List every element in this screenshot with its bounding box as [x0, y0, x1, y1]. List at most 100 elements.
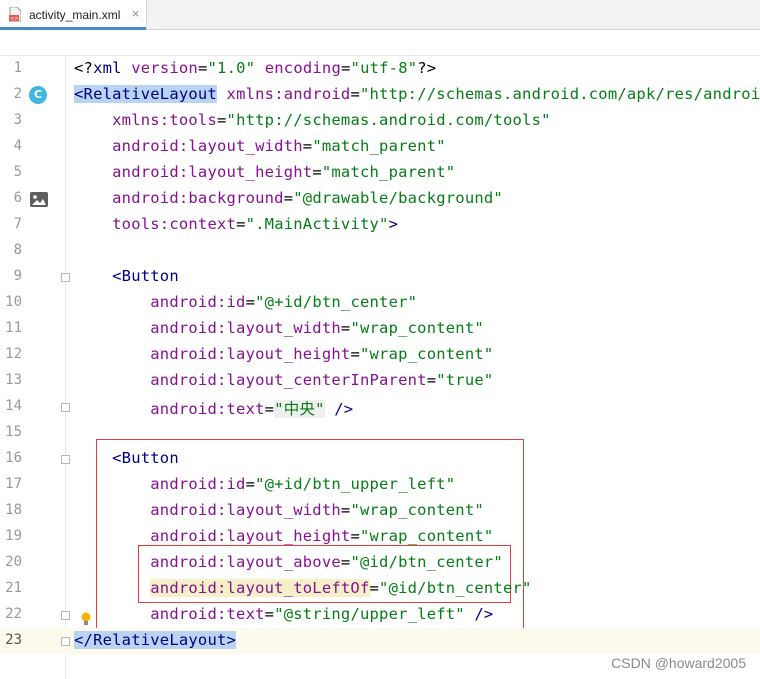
- code-token: =: [369, 579, 380, 597]
- fold-marker-icon[interactable]: [61, 403, 70, 412]
- code-text: android:layout_width="wrap_content": [74, 501, 484, 519]
- code-token: =: [264, 400, 275, 418]
- code-token: "@id/btn_center": [350, 553, 503, 571]
- line-number: 14: [5, 398, 22, 414]
- code-line[interactable]: 7 tools:context=".MainActivity">: [0, 212, 760, 238]
- line-number: 18: [5, 502, 22, 518]
- code-text: tools:context=".MainActivity">: [74, 215, 398, 233]
- code-text: </RelativeLayout>: [74, 631, 237, 649]
- code-line[interactable]: 12 android:layout_height="wrap_content": [0, 342, 760, 368]
- code-line[interactable]: 10 android:id="@+id/btn_center": [0, 290, 760, 316]
- line-number: 13: [5, 372, 22, 388]
- code-line[interactable]: 11 android:layout_width="wrap_content": [0, 316, 760, 342]
- code-line[interactable]: 14 android:text="中央" />: [0, 394, 760, 420]
- code-text: android:layout_width="wrap_content": [74, 319, 484, 337]
- code-line[interactable]: 23 </RelativeLayout>: [0, 628, 760, 654]
- tab-activity-main[interactable]: <> activity_main.xml ×: [0, 0, 147, 30]
- line-number: 3: [13, 112, 22, 128]
- code-line[interactable]: 4 android:layout_width="match_parent": [0, 134, 760, 160]
- code-token: "wrap_content": [359, 527, 494, 545]
- fold-marker-icon[interactable]: [61, 611, 70, 620]
- code-text: android:layout_width="match_parent": [74, 137, 446, 155]
- code-token: =: [197, 59, 208, 77]
- line-number: 17: [5, 476, 22, 492]
- code-text: android:background="@drawable/background…: [74, 189, 503, 207]
- close-icon[interactable]: ×: [131, 7, 140, 20]
- code-line[interactable]: 20 android:layout_above="@id/btn_center": [0, 550, 760, 576]
- code-token: =: [312, 163, 322, 181]
- code-line[interactable]: 6 android:background="@drawable/backgrou…: [0, 186, 760, 212]
- code-token: =: [426, 371, 437, 389]
- code-token: android:layout_centerInParent: [150, 371, 427, 389]
- code-line[interactable]: 5 android:layout_height="match_parent": [0, 160, 760, 186]
- code-text: <Button: [74, 267, 179, 285]
- code-token: "@drawable/background": [293, 189, 503, 207]
- code-text: android:layout_height="match_parent": [74, 163, 455, 181]
- code-text: android:layout_centerInParent="true": [74, 371, 493, 389]
- code-token: android:id: [150, 475, 246, 493]
- code-line[interactable]: 21 android:layout_toLeftOf="@id/btn_cent…: [0, 576, 760, 602]
- code-token: "wrap_content": [350, 319, 484, 337]
- code-line[interactable]: 2 <RelativeLayout xmlns:android="http://s…: [0, 82, 760, 108]
- code-token: <Button: [112, 267, 179, 285]
- fold-marker-icon[interactable]: [61, 455, 70, 464]
- code-token: =: [264, 605, 275, 623]
- code-token: <RelativeLayout: [74, 85, 217, 103]
- code-token: "中央": [274, 400, 325, 418]
- fold-marker-icon[interactable]: [61, 637, 70, 646]
- line-number: 20: [5, 554, 22, 570]
- code-line[interactable]: 8: [0, 238, 760, 264]
- code-token: =: [350, 85, 360, 103]
- code-token: android:layout_height: [150, 527, 351, 545]
- line-number: 22: [5, 606, 22, 622]
- line-number: 1: [13, 60, 22, 76]
- code-token: "@+id/btn_upper_left": [255, 475, 456, 493]
- code-line[interactable]: 15: [0, 420, 760, 446]
- code-token: =: [217, 111, 227, 129]
- code-token: =: [245, 475, 256, 493]
- code-token: "utf-8": [350, 59, 418, 77]
- code-line[interactable]: 17 android:id="@+id/btn_upper_left": [0, 472, 760, 498]
- line-number: 9: [13, 268, 22, 284]
- code-token: android:layout_width: [150, 501, 341, 519]
- code-token: =: [302, 137, 313, 155]
- code-line[interactable]: 19 android:layout_height="wrap_content": [0, 524, 760, 550]
- code-text: <RelativeLayout xmlns:android="http://sc…: [74, 85, 760, 103]
- code-line[interactable]: 9 <Button: [0, 264, 760, 290]
- line-number: 15: [5, 424, 22, 440]
- code-token: android:layout_height: [112, 163, 313, 181]
- code-line[interactable]: 1 <?xml version="1.0" encoding="utf-8"?>: [0, 56, 760, 82]
- code-line[interactable]: 22 android:text="@string/upper_left" />: [0, 602, 760, 628]
- code-text: xmlns:tools="http://schemas.android.com/…: [74, 111, 551, 129]
- code-token: xmlns:android: [226, 85, 351, 103]
- editor-breadcrumb-strip: [0, 30, 760, 56]
- line-number: 16: [5, 450, 22, 466]
- line-number: 2: [13, 86, 22, 102]
- svg-text:<>: <>: [10, 16, 18, 22]
- code-token: "http://schemas.android.com/apk/res/andr…: [360, 85, 760, 103]
- code-line[interactable]: 16 <Button: [0, 446, 760, 472]
- code-token: xml: [93, 59, 132, 77]
- code-line[interactable]: 3 xmlns:tools="http://schemas.android.co…: [0, 108, 760, 134]
- code-token: android:layout_width: [112, 137, 303, 155]
- code-token: tools:context: [112, 215, 237, 233]
- code-token: android:text: [150, 605, 265, 623]
- code-text: android:layout_height="wrap_content": [74, 345, 493, 363]
- code-line[interactable]: 13 android:layout_centerInParent="true": [0, 368, 760, 394]
- code-token: "match_parent": [312, 137, 446, 155]
- code-line[interactable]: 18 android:layout_width="wrap_content": [0, 498, 760, 524]
- fold-marker-icon[interactable]: [61, 273, 70, 282]
- code-token: android:text: [150, 400, 265, 418]
